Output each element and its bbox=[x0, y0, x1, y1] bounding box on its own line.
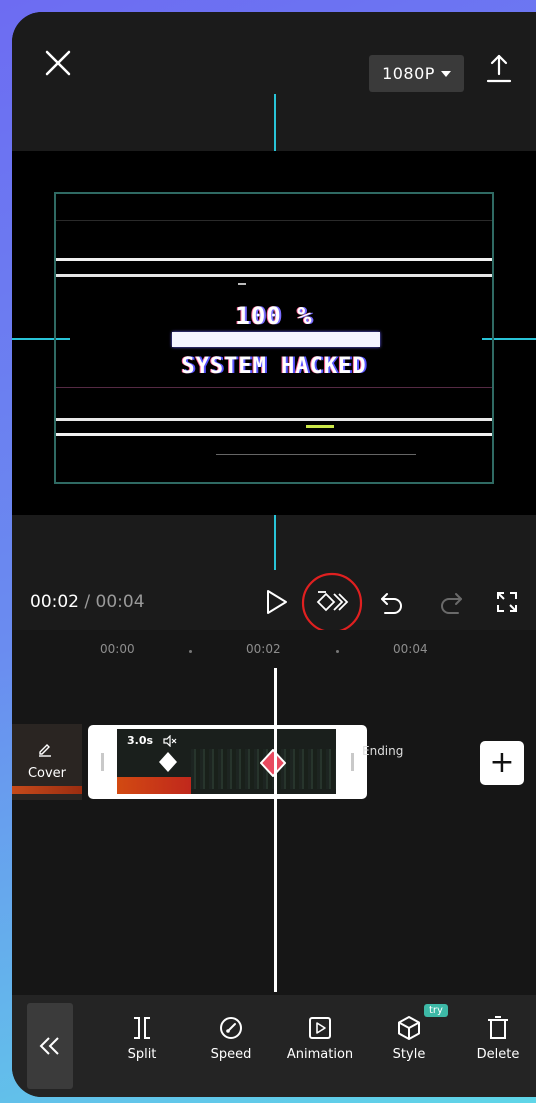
video-clip[interactable]: 3.0s bbox=[88, 725, 367, 799]
ruler-label-end: 00:04 bbox=[393, 642, 428, 656]
keyframe-diamond-active-icon[interactable] bbox=[260, 749, 286, 777]
scan-line bbox=[56, 258, 492, 261]
video-frame: 100 % SYSTEM HACKED bbox=[54, 192, 494, 484]
speed-tool[interactable]: Speed bbox=[191, 1015, 271, 1062]
style-label: Style bbox=[392, 1047, 426, 1062]
split-tool[interactable]: Split bbox=[102, 1015, 182, 1062]
scan-line bbox=[56, 387, 492, 388]
muted-speaker-icon bbox=[163, 735, 177, 747]
scan-line bbox=[216, 454, 416, 455]
ruler-dot bbox=[189, 650, 192, 653]
redo-icon[interactable] bbox=[438, 589, 464, 615]
close-icon[interactable] bbox=[42, 47, 74, 79]
clip-left-handle[interactable] bbox=[101, 753, 104, 771]
animation-tool[interactable]: Animation bbox=[280, 1015, 360, 1062]
double-chevron-left-icon bbox=[39, 1037, 59, 1055]
delete-tool[interactable]: Delete bbox=[458, 1015, 536, 1062]
scan-line bbox=[56, 274, 492, 277]
ending-label[interactable]: Ending bbox=[362, 744, 403, 758]
playhead[interactable] bbox=[274, 668, 277, 992]
undo-icon[interactable] bbox=[379, 589, 405, 615]
animation-icon bbox=[309, 1017, 331, 1039]
glitch-mark bbox=[238, 283, 246, 285]
try-badge: try bbox=[424, 1004, 448, 1017]
timeline[interactable]: 00:00 00:02 00:04 Cover 3.0s Ending + bbox=[12, 630, 536, 995]
delete-icon bbox=[488, 1016, 508, 1039]
clip-duration: 3.0s bbox=[127, 734, 154, 747]
edit-pencil-icon bbox=[39, 744, 51, 757]
keyframe-add-icon[interactable] bbox=[301, 572, 363, 634]
scan-line bbox=[56, 418, 492, 421]
timecode: 00:02 / 00:04 bbox=[30, 592, 145, 612]
split-icon bbox=[134, 1017, 150, 1039]
resolution-selector[interactable]: 1080P bbox=[369, 55, 464, 92]
split-label: Split bbox=[127, 1047, 157, 1062]
cover-thumbnail-strip bbox=[12, 786, 82, 794]
playback-controls: 00:02 / 00:04 bbox=[12, 515, 536, 634]
ruler-dot bbox=[336, 650, 339, 653]
time-separator: / bbox=[79, 592, 96, 612]
total-time: 00:04 bbox=[95, 592, 145, 612]
clip-thumbnails: 3.0s bbox=[117, 729, 336, 794]
video-preview[interactable]: 100 % SYSTEM HACKED bbox=[12, 151, 536, 515]
style-icon bbox=[398, 1016, 420, 1040]
editor-screen: 1080P 100 % SYSTEM HACKED 00:02 / 00:04 … bbox=[12, 12, 536, 1097]
speed-label: Speed bbox=[210, 1047, 252, 1062]
vertical-guide-bottom bbox=[274, 515, 276, 570]
scan-line bbox=[56, 220, 492, 221]
progress-bar bbox=[172, 332, 380, 347]
ruler-label-mid: 00:02 bbox=[246, 642, 281, 656]
glitch-mark bbox=[306, 425, 334, 428]
cover-label: Cover bbox=[27, 766, 67, 781]
thumbnail-strip bbox=[117, 777, 191, 794]
keyframe-diamond-icon[interactable] bbox=[158, 751, 178, 773]
collapse-button[interactable] bbox=[27, 1003, 73, 1089]
resolution-label: 1080P bbox=[382, 64, 435, 83]
bottom-toolbar: Split Speed Animation Style try Delete bbox=[12, 995, 536, 1097]
current-time: 00:02 bbox=[30, 592, 79, 612]
glitch-text-status: SYSTEM HACKED bbox=[181, 354, 367, 379]
style-tool[interactable]: Style bbox=[369, 1015, 449, 1062]
caret-down-icon bbox=[440, 70, 451, 77]
vertical-guide-top bbox=[274, 94, 276, 151]
ruler-label-start: 00:00 bbox=[100, 642, 135, 656]
glitch-text-percent: 100 % bbox=[235, 302, 313, 330]
animation-label: Animation bbox=[286, 1047, 354, 1062]
speed-icon bbox=[220, 1017, 242, 1039]
add-clip-button[interactable]: + bbox=[480, 741, 524, 785]
scan-line bbox=[56, 433, 492, 436]
delete-label: Delete bbox=[476, 1047, 520, 1062]
fullscreen-icon[interactable] bbox=[496, 591, 518, 613]
play-icon[interactable] bbox=[265, 588, 289, 616]
add-icon: + bbox=[489, 745, 515, 780]
export-upload-icon[interactable] bbox=[484, 52, 514, 86]
top-bar: 1080P bbox=[12, 12, 536, 151]
cover-button[interactable]: Cover bbox=[12, 724, 82, 800]
clip-right-handle[interactable] bbox=[351, 753, 354, 771]
